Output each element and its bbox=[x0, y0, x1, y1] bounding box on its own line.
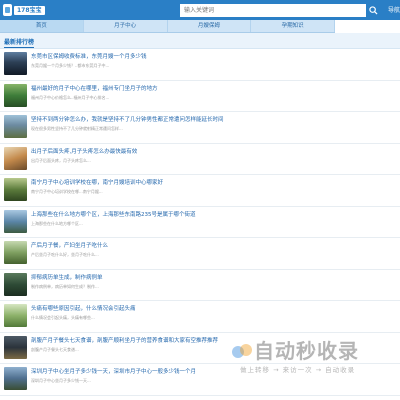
item-title[interactable]: 东莞市区保姆收费标准，东莞月嫂一个月多少钱 bbox=[31, 53, 147, 61]
logo-text: 178宝宝 bbox=[14, 5, 45, 15]
item-title[interactable]: 产后月子餐，产妇坐月子吃什么 bbox=[31, 242, 108, 250]
section-title: 最新排行榜 bbox=[4, 39, 35, 48]
nav-item-pregnancy[interactable]: 孕期知识 bbox=[251, 20, 335, 32]
thumbnail-image[interactable] bbox=[4, 367, 27, 390]
item-subtitle: 产后坐月子吃什么好，坐月子吃什么... bbox=[31, 252, 99, 257]
list-item: 抑郁病历单生成，制作病例单 制作病例单，病历单如何生成？制作... bbox=[0, 270, 400, 301]
list-item: 深圳月子中心坐月子多少钱一天，深圳市月子中心一般多少钱一个月 深圳月子中心坐月子… bbox=[0, 364, 400, 396]
item-subtitle: 剖腹产月子餐头七天食谱... bbox=[31, 346, 79, 352]
thumbnail-image[interactable] bbox=[4, 272, 27, 296]
list-item: 剖腹产月子餐头七天食谱，剖腹产顺利坐月子的营养食谱和大家有空推荐推荐 剖腹产月子… bbox=[0, 333, 400, 364]
search-input[interactable] bbox=[180, 4, 366, 17]
item-subtitle: 福州月子中心价格怎么..福州月子中心排名... bbox=[31, 94, 110, 100]
thumbnail-image[interactable] bbox=[4, 209, 27, 233]
item-title[interactable]: 抑郁病历单生成，制作病例单 bbox=[31, 274, 103, 282]
list-item: 上海那些在什么地方哪个区，上海那些东南路235号是属于哪个街道 上海那些在什么地… bbox=[0, 207, 400, 238]
thumbnail-image[interactable] bbox=[4, 304, 27, 327]
nav-item-nanny[interactable]: 月嫂保姆 bbox=[168, 20, 252, 32]
top-bar: 178宝宝 导航 bbox=[0, 0, 400, 20]
thumbnail-image[interactable] bbox=[4, 115, 27, 138]
search-icon bbox=[369, 6, 378, 15]
list-item: 福州最好的月子中心在哪里，福州专门坐月子的地方 福州月子中心价格怎么..福州月子… bbox=[0, 81, 400, 112]
item-subtitle: 南宁月子中心培训学校在哪...南宁月嫂... bbox=[31, 189, 103, 194]
item-title[interactable]: 头痛有哪些原因引起，什么情况会引起头痛 bbox=[31, 305, 136, 313]
list-item: 出月子后面头疼,月子头疼怎么办最快最有效 出月子后面头疼，月子头疼怎么... bbox=[0, 144, 400, 175]
site-logo[interactable]: 178宝宝 bbox=[3, 2, 45, 18]
thumbnail-image[interactable] bbox=[4, 146, 27, 170]
item-subtitle: 现在很多男性坚持不了几分钟就射精正常遭问怎样... bbox=[31, 126, 123, 131]
search-button[interactable] bbox=[367, 4, 380, 17]
list-item: 头痛有哪些原因引起，什么情况会引起头痛 什么情况会引起头痛，头痛有哪些... bbox=[0, 301, 400, 333]
item-title[interactable]: 深圳月子中心坐月子多少钱一天，深圳市月子中心一般多少钱一个月 bbox=[31, 368, 196, 376]
item-title[interactable]: 南宁月子中心培训学校在哪，南宁月嫂培训中心哪家好 bbox=[31, 179, 163, 187]
thumbnail-image[interactable] bbox=[4, 52, 27, 75]
thumbnail-image[interactable] bbox=[4, 83, 27, 107]
thumbnail-image[interactable] bbox=[4, 335, 27, 359]
list-item: 产后月子餐，产妇坐月子吃什么 产后坐月子吃什么好，坐月子吃什么... bbox=[0, 238, 400, 270]
item-title[interactable]: 出月子后面头疼,月子头疼怎么办最快最有效 bbox=[31, 148, 137, 156]
item-title[interactable]: 福州最好的月子中心在哪里，福州专门坐月子的地方 bbox=[31, 85, 158, 93]
item-subtitle: 上海那些在什么地方哪个区... bbox=[31, 220, 83, 226]
section-header: 最新排行榜 bbox=[0, 33, 400, 49]
main-nav: 首页 月子中心 月嫂保姆 孕期知识 bbox=[0, 20, 335, 33]
nav-item-home[interactable]: 首页 bbox=[0, 20, 84, 32]
list-item: 东莞市区保姆收费标准，东莞月嫂一个月多少钱 东莞月嫂一个月多少钱？..都市东莞月… bbox=[0, 49, 400, 81]
article-list: 东莞市区保姆收费标准，东莞月嫂一个月多少钱 东莞月嫂一个月多少钱？..都市东莞月… bbox=[0, 49, 400, 396]
item-subtitle: 制作病例单，病历单如何生成？制作... bbox=[31, 283, 99, 289]
logo-icon bbox=[3, 4, 12, 16]
thumbnail-image[interactable] bbox=[4, 241, 27, 264]
item-title[interactable]: 坚持不到两分钟怎么办，我就是坚持不了几分钟男性都正常遭问怎样能延长时间 bbox=[31, 116, 224, 124]
list-item: 坚持不到两分钟怎么办，我就是坚持不了几分钟男性都正常遭问怎样能延长时间 现在很多… bbox=[0, 112, 400, 144]
item-subtitle: 出月子后面头疼，月子头疼怎么... bbox=[31, 157, 91, 163]
nav-menu-link[interactable]: 导航 bbox=[388, 5, 400, 16]
nav-item-confinement-center[interactable]: 月子中心 bbox=[84, 20, 168, 32]
thumbnail-image[interactable] bbox=[4, 178, 27, 201]
item-subtitle: 东莞月嫂一个月多少钱？..都市东莞月子中... bbox=[31, 63, 110, 68]
item-title[interactable]: 上海那些在什么地方哪个区，上海那些东南路235号是属于哪个街道 bbox=[31, 211, 196, 219]
item-subtitle: 什么情况会引起头痛，头痛有哪些... bbox=[31, 315, 95, 320]
item-title[interactable]: 剖腹产月子餐头七天食谱，剖腹产顺利坐月子的营养食谱和大家有空推荐推荐 bbox=[31, 337, 218, 345]
item-subtitle: 深圳月子中心坐月子多少钱一天... bbox=[31, 378, 91, 383]
list-item: 南宁月子中心培训学校在哪，南宁月嫂培训中心哪家好 南宁月子中心培训学校在哪...… bbox=[0, 175, 400, 207]
